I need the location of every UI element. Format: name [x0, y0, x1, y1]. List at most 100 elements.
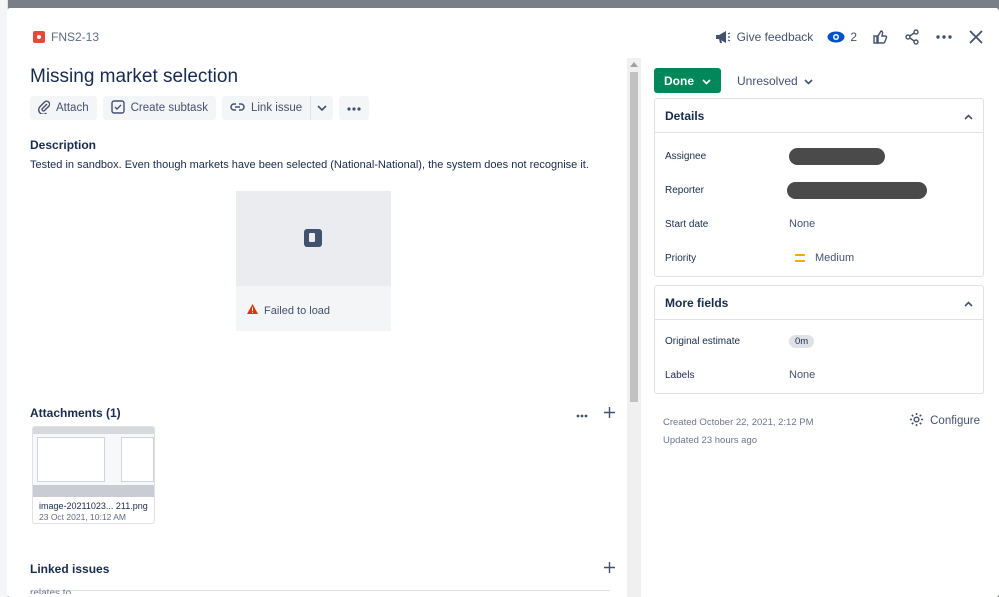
header-actions: Give feedback 2: [714, 28, 985, 46]
chevron-down-icon: [804, 74, 813, 88]
attach-button[interactable]: Attach: [30, 96, 97, 120]
assignee-field[interactable]: Assignee: [655, 146, 985, 166]
add-linked-issue-icon[interactable]: [604, 560, 615, 576]
attachments-more-icon[interactable]: [576, 405, 588, 421]
redacted-name: [789, 147, 885, 165]
original-estimate-value[interactable]: 0m: [789, 334, 815, 348]
embedded-image[interactable]: Failed to load: [236, 191, 391, 331]
breadcrumb: FNS2-13: [33, 30, 99, 44]
link-issue-button[interactable]: Link issue: [221, 96, 311, 120]
scrollbar[interactable]: [627, 58, 641, 597]
attachments-heading: Attachments (1): [30, 406, 121, 420]
more-fields-panel: More fields Original estimate 0m Labels …: [654, 285, 984, 394]
watchers-button[interactable]: 2: [827, 28, 857, 46]
start-date-value[interactable]: None: [789, 218, 815, 230]
description-text[interactable]: Tested in sandbox. Even though markets h…: [30, 159, 589, 171]
redacted-name: [787, 181, 927, 199]
more-fields-header[interactable]: More fields: [655, 286, 983, 320]
chevron-down-icon: [317, 102, 327, 114]
details-heading: Details: [665, 108, 705, 123]
created-timestamp: Created October 22, 2021, 2:12 PM: [663, 417, 814, 428]
resolution-label: Unresolved: [737, 73, 798, 88]
status-row: Done Unresolved: [654, 68, 984, 93]
status-dropdown[interactable]: Done: [654, 68, 721, 93]
details-panel: Details Assignee Reporter Start date Non…: [654, 98, 984, 277]
description-heading: Description: [30, 138, 97, 152]
field-label: Labels: [665, 369, 695, 381]
attach-label: Attach: [56, 102, 89, 114]
field-label: Original estimate: [665, 335, 741, 347]
resolution-dropdown[interactable]: Unresolved: [737, 74, 813, 88]
embedded-image-preview: [236, 191, 391, 286]
chevron-down-icon: [702, 74, 711, 88]
link-relation-label: relates to: [30, 588, 72, 594]
gear-icon: [909, 412, 924, 430]
assignee-value[interactable]: [789, 147, 885, 165]
status-label: Done: [664, 73, 694, 88]
attachment-card[interactable]: image-20211023... 211.png 23 Oct 2021, 1…: [32, 426, 155, 524]
issue-sidebar: Done Unresolved Details Assignee Reporte…: [654, 68, 984, 446]
priority-value[interactable]: Medium: [795, 252, 854, 264]
link-icon: [230, 102, 245, 115]
share-icon[interactable]: [903, 28, 921, 46]
issue-key-link[interactable]: FNS2-13: [51, 30, 99, 44]
add-attachment-icon[interactable]: [604, 405, 615, 421]
labels-value[interactable]: None: [789, 369, 815, 381]
field-label: Assignee: [665, 150, 707, 162]
load-error-text: Failed to load: [264, 304, 331, 317]
field-label: Priority: [665, 252, 697, 264]
issue-modal: FNS2-13 Give feedback 2 Missing market s…: [7, 8, 999, 597]
priority-field[interactable]: Priority Medium: [655, 248, 985, 268]
close-icon[interactable]: [967, 28, 985, 46]
chevron-up-icon: [964, 296, 973, 310]
create-subtask-button[interactable]: Create subtask: [102, 96, 216, 120]
load-error: Failed to load: [247, 304, 330, 317]
attachment-date: 23 Oct 2021, 10:12 AM: [39, 512, 126, 522]
priority-medium-icon: [795, 254, 805, 262]
labels-field[interactable]: Labels None: [655, 365, 985, 385]
attachment-thumbnail: [33, 427, 154, 497]
document-icon: [304, 229, 322, 247]
updated-timestamp: Updated 23 hours ago: [663, 435, 758, 446]
configure-label: Configure: [930, 415, 980, 427]
attachment-filename: image-20211023... 211.png: [39, 501, 148, 511]
more-fields-heading: More fields: [665, 295, 729, 310]
more-actions-icon[interactable]: [935, 28, 953, 46]
warning-icon: [247, 304, 258, 317]
bug-icon: [33, 31, 45, 43]
paperclip-icon: [37, 100, 51, 117]
thumbs-up-icon[interactable]: [871, 28, 889, 46]
field-label: Start date: [665, 218, 709, 230]
scrollbar-thumb[interactable]: [630, 72, 638, 402]
linked-issues-heading: Linked issues: [30, 562, 110, 576]
link-issue-label: Link issue: [250, 102, 303, 114]
attachments-actions: [576, 405, 615, 421]
issue-main-content: Missing market selection Attach Create s…: [7, 58, 627, 597]
issue-title[interactable]: Missing market selection: [30, 66, 238, 88]
chevron-up-icon: [964, 109, 973, 123]
eye-icon: [827, 28, 845, 46]
link-issue-split-button: Link issue: [221, 96, 334, 120]
more-issue-actions-button[interactable]: [339, 96, 370, 120]
estimate-badge: 0m: [789, 334, 815, 348]
watchers-count: 2: [850, 30, 857, 44]
reporter-value[interactable]: [787, 181, 927, 199]
issue-action-bar: Attach Create subtask Link issue: [30, 96, 370, 120]
configure-button[interactable]: Configure: [909, 412, 980, 430]
backdrop-top: [0, 0, 999, 8]
create-subtask-label: Create subtask: [130, 102, 208, 114]
divider: [30, 590, 610, 591]
priority-label: Medium: [815, 252, 855, 264]
give-feedback-label: Give feedback: [736, 30, 814, 44]
subtask-icon: [110, 99, 125, 117]
reporter-field[interactable]: Reporter: [655, 180, 985, 200]
ellipsis-icon: [347, 102, 361, 114]
link-issue-dropdown[interactable]: [310, 96, 334, 120]
details-header[interactable]: Details: [655, 99, 983, 133]
megaphone-icon: [714, 28, 732, 46]
original-estimate-field[interactable]: Original estimate 0m: [655, 331, 985, 351]
start-date-field[interactable]: Start date None: [655, 214, 985, 234]
give-feedback-button[interactable]: Give feedback: [714, 28, 814, 46]
field-label: Reporter: [665, 184, 704, 196]
scroll-up-icon[interactable]: [630, 62, 638, 67]
